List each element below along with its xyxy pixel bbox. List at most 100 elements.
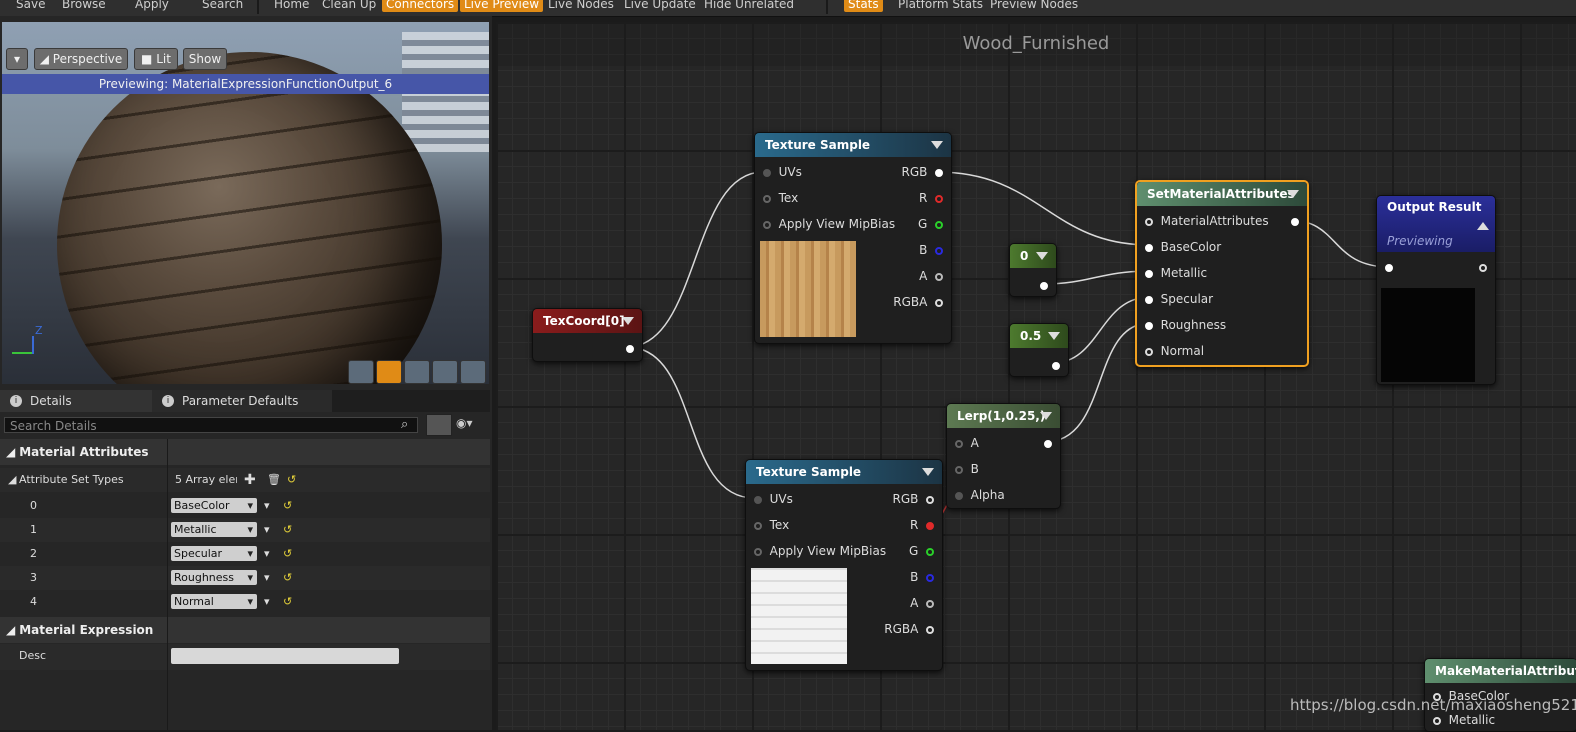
- output-result-node[interactable]: Output Result Previewing: [1376, 195, 1496, 385]
- pin-icon: [935, 168, 943, 177]
- collapse-icon[interactable]: [922, 468, 934, 476]
- metallic-pin[interactable]: Metallic: [1145, 264, 1207, 282]
- specular-pin[interactable]: Specular: [1145, 290, 1213, 308]
- lerp-node[interactable]: Lerp(1,0.25,) A B Alpha: [946, 403, 1061, 509]
- g-pin[interactable]: G: [918, 215, 943, 233]
- rgba-pin[interactable]: RGBA: [884, 620, 934, 638]
- texcoord-node[interactable]: TexCoord[0]: [532, 308, 643, 362]
- pin-label: B: [919, 243, 928, 257]
- constant-0-node[interactable]: 0: [1009, 243, 1057, 297]
- b-pin[interactable]: B: [910, 568, 934, 586]
- pin-label: B: [970, 462, 979, 476]
- r-pin[interactable]: R: [919, 189, 943, 207]
- pin-label: G: [918, 217, 928, 231]
- rgb-pin[interactable]: RGB: [892, 490, 934, 508]
- output-pin[interactable]: [1044, 434, 1052, 452]
- roughness-pin[interactable]: Roughness: [1145, 316, 1226, 334]
- output-pin[interactable]: [1479, 258, 1487, 276]
- pin-icon: [1044, 439, 1052, 448]
- node-title: SetMaterialAttributes: [1147, 187, 1295, 201]
- node-title: Texture Sample: [765, 138, 871, 152]
- pin-icon: [1145, 321, 1153, 330]
- tex-pin[interactable]: Tex: [754, 516, 789, 534]
- pin-label: BaseColor: [1160, 240, 1222, 254]
- material-attributes-pin[interactable]: MaterialAttributes: [1145, 212, 1269, 230]
- pin-icon: [754, 521, 762, 530]
- b-pin[interactable]: B: [955, 460, 979, 478]
- a-pin[interactable]: A: [910, 594, 934, 612]
- input-pin[interactable]: [1385, 258, 1393, 276]
- collapse-icon[interactable]: [1036, 252, 1048, 260]
- pin-icon: [1385, 263, 1393, 272]
- collapse-icon[interactable]: [931, 141, 943, 149]
- set-material-attributes-node[interactable]: SetMaterialAttributes MaterialAttributes…: [1135, 180, 1309, 367]
- output-preview-thumbnail: [1381, 288, 1475, 382]
- make-material-attributes-node[interactable]: MakeMaterialAttributes BaseColor Metalli…: [1424, 658, 1576, 732]
- a-pin[interactable]: A: [919, 267, 943, 285]
- r-pin[interactable]: R: [910, 516, 934, 534]
- pin-icon: [1291, 217, 1299, 226]
- collapse-icon[interactable]: [1477, 222, 1489, 230]
- node-title: MakeMaterialAttributes: [1435, 664, 1576, 678]
- pin-icon: [935, 220, 943, 229]
- pin-label: MaterialAttributes: [1160, 214, 1269, 228]
- collapse-icon[interactable]: [1040, 412, 1052, 420]
- output-pin[interactable]: [1052, 356, 1060, 374]
- pin-label: Metallic: [1448, 713, 1496, 727]
- pin-icon: [955, 491, 963, 500]
- collapse-icon[interactable]: [1048, 332, 1060, 340]
- node-header: 0.5: [1010, 324, 1068, 348]
- a-pin[interactable]: A: [955, 434, 979, 452]
- pin-label: B: [910, 570, 919, 584]
- output-pin[interactable]: [1040, 276, 1048, 294]
- pin-icon: [1145, 217, 1153, 226]
- node-title: Texture Sample: [756, 465, 862, 479]
- mip-bias-pin[interactable]: Apply View MipBias: [763, 215, 895, 233]
- tex-pin[interactable]: Tex: [763, 189, 798, 207]
- pin-label: Tex: [769, 518, 790, 532]
- pin-icon: [935, 194, 943, 203]
- pin-label: Apply View MipBias: [778, 217, 896, 231]
- texture-sample-node-2[interactable]: Texture Sample UVs Tex Apply View MipBia…: [745, 459, 943, 671]
- g-pin[interactable]: G: [909, 542, 934, 560]
- pin-label: UVs: [769, 492, 793, 506]
- constant-05-node[interactable]: 0.5: [1009, 323, 1069, 377]
- pin-icon: [1145, 295, 1153, 304]
- collapse-icon[interactable]: [622, 317, 634, 325]
- pin-label: R: [919, 191, 928, 205]
- node-header: Output Result Previewing: [1377, 196, 1495, 252]
- uvs-pin[interactable]: UVs: [763, 163, 802, 181]
- pin-icon: [955, 439, 963, 448]
- basecolor-pin[interactable]: BaseColor: [1145, 238, 1221, 256]
- pin-label: G: [909, 544, 919, 558]
- pin-icon: [626, 344, 634, 353]
- normal-pin[interactable]: Normal: [1145, 342, 1204, 360]
- pin-label: Normal: [1160, 344, 1205, 358]
- pin-label: A: [919, 269, 928, 283]
- watermark: https://blog.csdn.net/maxiaosheng521: [1290, 696, 1576, 714]
- node-header: Texture Sample: [746, 460, 942, 484]
- pin-label: R: [910, 518, 919, 532]
- pin-label: RGBA: [893, 295, 928, 309]
- b-pin[interactable]: B: [919, 241, 943, 259]
- pin-icon: [955, 465, 963, 474]
- rgba-pin[interactable]: RGBA: [893, 293, 943, 311]
- pin-label: Specular: [1160, 292, 1214, 306]
- node-header: 0: [1010, 244, 1056, 268]
- uvs-pin[interactable]: UVs: [754, 490, 793, 508]
- pin-label: RGB: [901, 165, 928, 179]
- output-pin[interactable]: [1291, 212, 1299, 230]
- texture-sample-node-1[interactable]: Texture Sample UVs Tex Apply View MipBia…: [754, 132, 952, 344]
- pin-icon: [754, 547, 762, 556]
- pin-label: RGB: [892, 492, 919, 506]
- rgb-pin[interactable]: RGB: [901, 163, 943, 181]
- output-pin[interactable]: [626, 339, 634, 357]
- pin-icon: [1040, 281, 1048, 290]
- mip-bias-pin[interactable]: Apply View MipBias: [754, 542, 886, 560]
- pin-icon: [935, 298, 943, 307]
- node-header: Texture Sample: [755, 133, 951, 157]
- alpha-pin[interactable]: Alpha: [955, 486, 1005, 504]
- pin-icon: [926, 495, 934, 504]
- pin-icon: [926, 573, 934, 582]
- collapse-icon[interactable]: [1287, 190, 1299, 198]
